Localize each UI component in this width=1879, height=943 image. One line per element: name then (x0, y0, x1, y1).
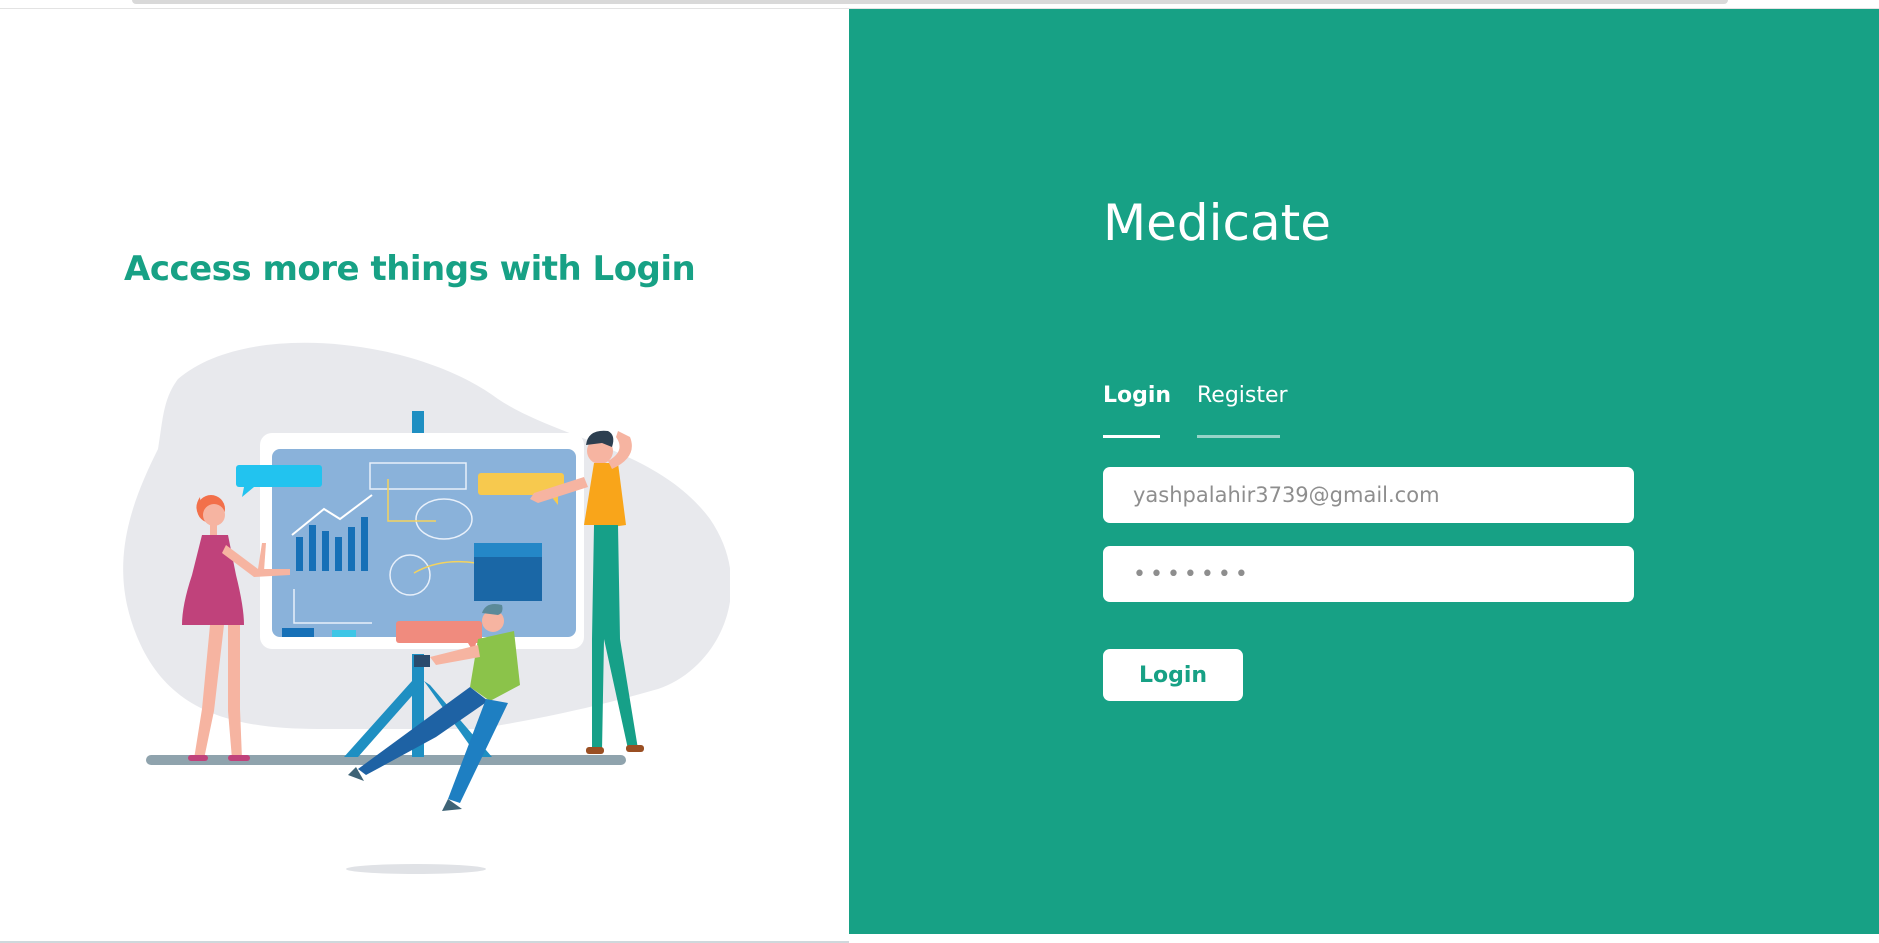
tab-login[interactable]: Login (1103, 383, 1171, 438)
bubble-coral (396, 621, 482, 643)
bubble-cyan (236, 465, 322, 487)
browser-top-edge (0, 0, 1879, 9)
horizontal-scrollbar[interactable] (132, 0, 1728, 4)
email-field[interactable] (1103, 467, 1634, 523)
login-panel: Medicate Login Register Login (849, 9, 1879, 934)
tab-register[interactable]: Register (1197, 383, 1288, 438)
login-button[interactable]: Login (1103, 649, 1243, 701)
password-field[interactable] (1103, 546, 1634, 602)
ground-shadow (346, 864, 486, 874)
brand-title: Medicate (1103, 194, 1332, 252)
team-presentation-illustration (123, 342, 730, 874)
left-panel: Access more things with Login (0, 9, 849, 943)
left-headline: Access more things with Login (124, 249, 696, 289)
